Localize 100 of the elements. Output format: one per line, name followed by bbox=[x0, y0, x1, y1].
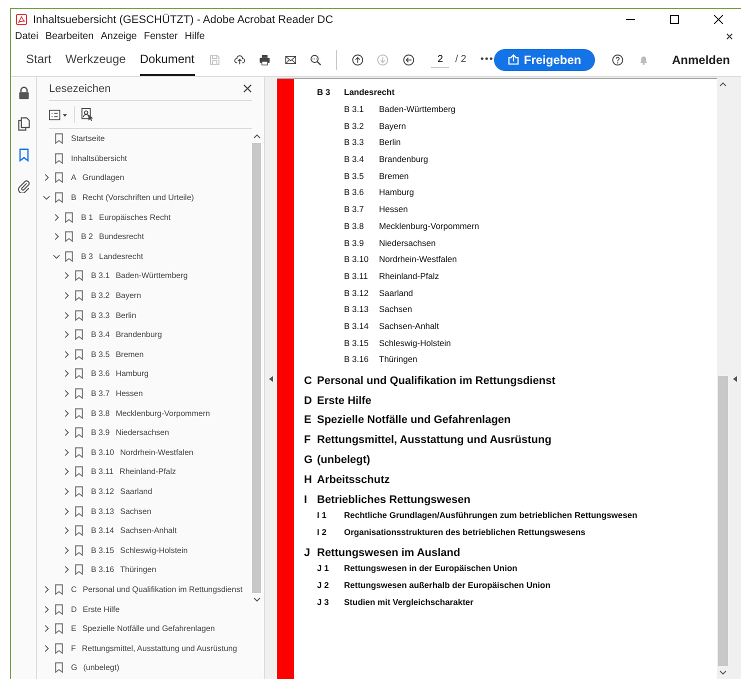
entry-number: B 3.6 bbox=[344, 187, 365, 198]
entry-title: Sachsen-Anhalt bbox=[379, 320, 440, 331]
entry-title: Rettungswesen außerhalb der Europäischen Union bbox=[344, 580, 550, 590]
entry-number: J 3 bbox=[317, 597, 330, 608]
entry-title: Organisationsstrukturen des betrieblichen Rettungswesens bbox=[344, 526, 586, 537]
chevron-icon[interactable] bbox=[63, 390, 70, 398]
chevron-icon[interactable] bbox=[63, 546, 70, 554]
chevron-icon[interactable] bbox=[63, 527, 70, 534]
scroll-down-icon[interactable] bbox=[719, 670, 727, 676]
bookmark-icon bbox=[75, 486, 83, 497]
bookmark-item[interactable]: B 3.14 Sachsen-Anhalt bbox=[91, 526, 177, 536]
sign-in-button[interactable]: Anmelden bbox=[672, 52, 730, 66]
bookmark-item[interactable]: Startseite bbox=[71, 134, 105, 144]
chevron-icon[interactable] bbox=[53, 252, 60, 260]
bookmark-item[interactable]: B 1 Europäisches Recht bbox=[81, 212, 171, 222]
entry-number: B 3 bbox=[317, 87, 332, 97]
bookmark-add-icon[interactable] bbox=[81, 108, 94, 121]
bookmark-icon bbox=[75, 329, 83, 340]
entry-title: Brandenburg bbox=[379, 154, 428, 164]
bookmark-item[interactable]: B 3.9 Niedersachsen bbox=[91, 428, 170, 438]
arrow-up-icon[interactable] bbox=[352, 52, 364, 68]
bookmark-item[interactable]: B 3.5 Bremen bbox=[91, 350, 144, 359]
chevron-icon[interactable] bbox=[63, 448, 70, 456]
bookmark-item[interactable]: B 3.6 Hamburg bbox=[91, 369, 149, 378]
bookmark-icon bbox=[55, 172, 63, 184]
chevron-icon[interactable] bbox=[63, 370, 70, 378]
bookmark-item[interactable]: D Erste Hilfe bbox=[71, 604, 120, 614]
toolbar-tab[interactable]: Start bbox=[26, 43, 52, 76]
bookmark-item[interactable]: B 3.3 Berlin bbox=[91, 310, 136, 320]
bookmark-item[interactable]: B 3.1 Baden-Württemberg bbox=[91, 271, 188, 280]
toolbar-tab[interactable]: Werkzeuge bbox=[65, 43, 126, 76]
chevron-icon[interactable] bbox=[43, 606, 50, 613]
chevron-icon[interactable] bbox=[63, 350, 70, 358]
bookmark-item[interactable]: F Rettungsmittel, Ausstattung und Ausrüstung bbox=[71, 644, 238, 653]
bookmark-item[interactable]: E Spezielle Notfälle und Gefahrenlagen bbox=[71, 624, 215, 634]
chevron-icon[interactable] bbox=[43, 644, 50, 652]
chevron-icon[interactable] bbox=[63, 468, 70, 476]
entry-title: Landesrecht bbox=[344, 87, 395, 97]
chevron-icon[interactable] bbox=[43, 586, 50, 593]
menu-item[interactable]: Fenster bbox=[144, 31, 178, 42]
bookmark-item[interactable]: A Grundlagen bbox=[71, 173, 124, 182]
bookmark-item[interactable]: B 3.13 Sachsen bbox=[91, 506, 152, 516]
entry-number: G bbox=[304, 454, 314, 466]
chevron-icon[interactable] bbox=[63, 488, 70, 495]
bookmark-item[interactable]: B Recht (Vorschriften und Urteile) bbox=[71, 193, 194, 202]
bookmark-item[interactable]: B 3.12 Saarland bbox=[91, 486, 152, 496]
chevron-icon[interactable] bbox=[63, 292, 70, 300]
bookmark-item[interactable]: B 3.7 Hessen bbox=[91, 389, 143, 398]
chevron-icon[interactable] bbox=[63, 331, 70, 338]
entry-title: Rechtliche Grundlagen/Ausführungen zum betrieblichen Rettungswesen bbox=[344, 510, 638, 520]
bookmark-item[interactable]: B 3.8 Mecklenburg-Vorpommern bbox=[91, 408, 210, 418]
chevron-icon[interactable] bbox=[63, 566, 70, 574]
scroll-up-icon[interactable] bbox=[252, 133, 260, 139]
scroll-down-icon[interactable] bbox=[252, 597, 260, 603]
bookmark-icon[interactable] bbox=[16, 148, 30, 162]
bookmark-item[interactable]: G (unbelegt) bbox=[71, 663, 120, 672]
scrollbar[interactable] bbox=[717, 77, 729, 679]
chevron-icon[interactable] bbox=[63, 508, 70, 515]
collapse-arrow-icon[interactable] bbox=[269, 376, 273, 382]
menu-item[interactable]: Anzeige bbox=[100, 31, 137, 42]
entry-number: B 3.4 bbox=[344, 154, 365, 164]
menu-item[interactable]: Hilfe bbox=[184, 31, 205, 42]
bookmark-item[interactable]: B 2 Bundesrecht bbox=[81, 232, 144, 242]
entry-number: J bbox=[304, 547, 312, 560]
help-icon[interactable] bbox=[612, 52, 624, 68]
chevron-icon[interactable] bbox=[43, 194, 50, 202]
bookmark-item[interactable]: B 3.4 Brandenburg bbox=[91, 330, 162, 340]
close-icon[interactable] bbox=[243, 84, 252, 93]
menu-item[interactable]: Bearbeiten bbox=[45, 31, 94, 42]
bookmark-item[interactable]: B 3.10 Nordrhein-Westfalen bbox=[91, 448, 194, 457]
arrow-left-icon[interactable] bbox=[402, 52, 414, 68]
chevron-icon[interactable] bbox=[63, 312, 70, 319]
share-button[interactable]: Freigeben bbox=[494, 48, 596, 70]
menu-item[interactable]: Datei bbox=[15, 31, 38, 42]
chevron-icon[interactable] bbox=[63, 272, 70, 280]
bookmark-item[interactable]: B 3.11 Rheinland-Pfalz bbox=[91, 467, 176, 476]
window-title: Inhaltsuebersicht (GESCHÜTZT) - Adobe Acrobat Reader DC bbox=[33, 14, 334, 26]
options-dropdown-icon[interactable] bbox=[49, 108, 68, 120]
bookmark-item[interactable]: B 3.2 Bayern bbox=[91, 291, 142, 300]
bookmark-item[interactable]: B 3.15 Schleswig-Holstein bbox=[91, 546, 188, 555]
close-icon[interactable] bbox=[714, 15, 723, 24]
chevron-icon[interactable] bbox=[43, 174, 50, 182]
bookmark-item[interactable]: Inhaltsübersicht bbox=[71, 154, 128, 163]
paperclip-icon[interactable] bbox=[16, 179, 30, 193]
chevron-icon[interactable] bbox=[53, 233, 60, 240]
maximize-icon[interactable] bbox=[670, 15, 679, 24]
more-button[interactable]: ••• bbox=[480, 54, 494, 65]
expand-arrow-icon[interactable] bbox=[733, 376, 737, 382]
bookmark-item[interactable]: B 3 Landesrecht bbox=[81, 252, 144, 261]
chevron-icon[interactable] bbox=[53, 214, 60, 221]
bookmark-item[interactable]: B 3.16 Thüringen bbox=[91, 565, 156, 574]
bookmark-icon bbox=[75, 525, 83, 536]
close-icon[interactable] bbox=[726, 33, 733, 40]
chevron-icon[interactable] bbox=[63, 429, 70, 436]
pages-icon[interactable] bbox=[16, 117, 30, 131]
bookmark-item[interactable]: C Personal und Qualifikation im Rettungsdienst bbox=[71, 584, 242, 594]
lock-icon[interactable] bbox=[16, 86, 30, 100]
scroll-up-icon[interactable] bbox=[719, 81, 727, 87]
chevron-icon[interactable] bbox=[43, 625, 50, 632]
chevron-icon[interactable] bbox=[63, 410, 70, 417]
